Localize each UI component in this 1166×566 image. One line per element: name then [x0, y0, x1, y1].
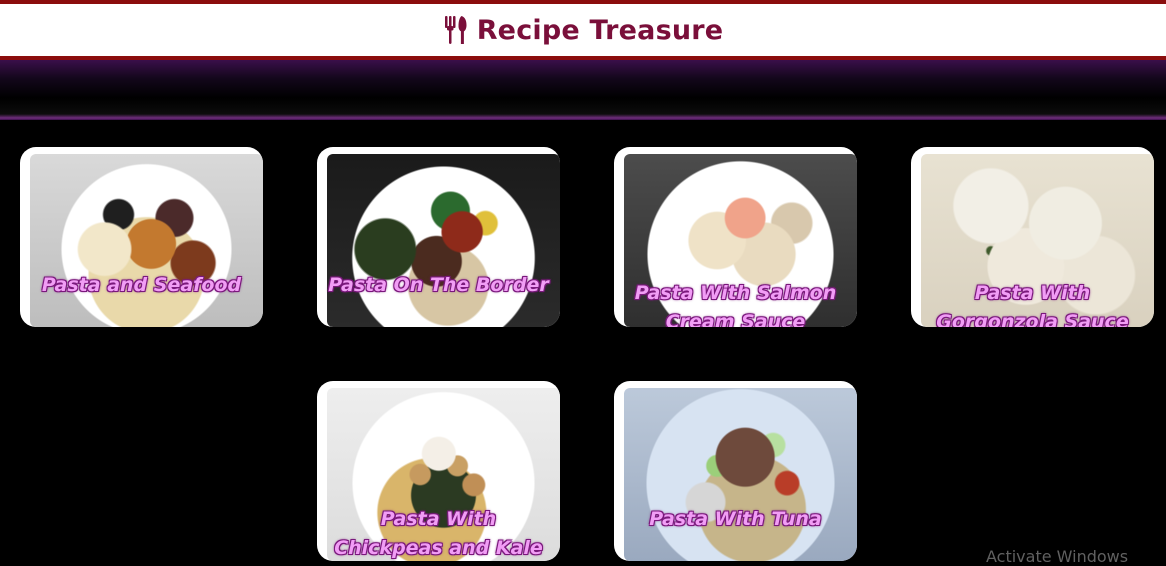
- recipe-title: Pasta On The Border: [328, 274, 549, 296]
- recipe-image: [624, 388, 857, 561]
- recipe-card[interactable]: Pasta With Gorgonzola Sauce: [911, 147, 1154, 327]
- recipe-card[interactable]: Pasta With Salmon Cream Sauce: [614, 147, 857, 327]
- windows-activation-watermark: Activate Windows: [986, 547, 1129, 566]
- recipe-title: Pasta With Chickpeas and Kale: [334, 508, 543, 559]
- recipe-card[interactable]: Pasta On The Border: [317, 147, 560, 327]
- recipe-card[interactable]: Pasta With Chickpeas and Kale: [317, 381, 560, 561]
- recipe-title: Pasta With Gorgonzola Sauce: [936, 282, 1129, 327]
- recipe-image: [327, 154, 560, 327]
- brand-title-wrap: Recipe Treasure: [0, 14, 1166, 46]
- header-banner: [0, 60, 1166, 120]
- recipe-title: Pasta With Tuna: [649, 508, 822, 530]
- app-title: Recipe Treasure: [476, 14, 724, 46]
- recipe-title: Pasta With Salmon Cream Sauce: [634, 282, 837, 327]
- utensils-icon: [443, 14, 469, 46]
- recipe-image: [30, 154, 263, 327]
- recipe-title: Pasta and Seafood: [41, 274, 242, 296]
- recipe-card[interactable]: Pasta and Seafood: [20, 147, 263, 327]
- top-header: Recipe Treasure: [0, 0, 1166, 60]
- recipe-card[interactable]: Pasta With Tuna: [614, 381, 857, 561]
